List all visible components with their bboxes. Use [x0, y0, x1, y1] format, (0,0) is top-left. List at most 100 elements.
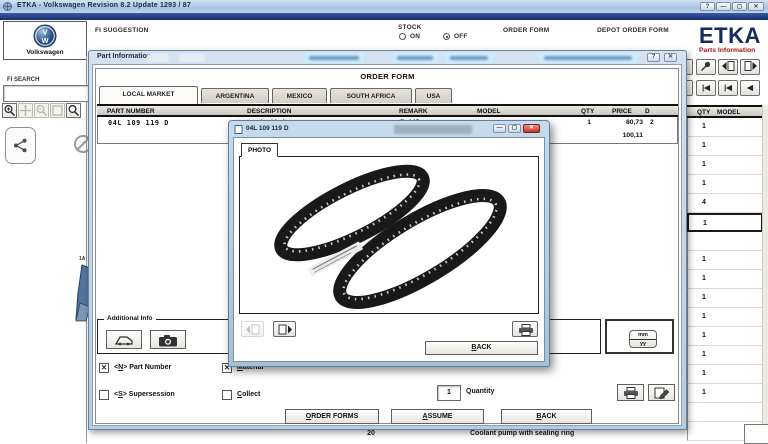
table-row[interactable]: 1 — [687, 118, 763, 137]
fi-search-input[interactable] — [3, 85, 89, 102]
table-row[interactable] — [687, 403, 763, 422]
stock-off-radio[interactable] — [443, 33, 450, 40]
pin-button[interactable] — [696, 59, 716, 75]
help-button[interactable]: ? — [700, 2, 715, 11]
photo-button[interactable] — [150, 330, 186, 349]
qty-column-header: QTY — [697, 109, 710, 116]
col-model: MODEL — [477, 108, 500, 115]
order-forms-button[interactable]: ORDER FORMS — [285, 409, 379, 424]
tab-usa[interactable]: USA — [415, 88, 452, 103]
collect-checkbox[interactable] — [222, 390, 232, 400]
camera-icon — [158, 334, 178, 347]
menu-depot-order-form[interactable]: DEPOT ORDER FORM — [597, 27, 669, 34]
minimize-button[interactable]: — — [716, 2, 731, 11]
assume-button[interactable]: ASSUME — [391, 409, 484, 424]
table-row[interactable]: 4 — [687, 194, 763, 213]
search-button[interactable] — [66, 103, 81, 118]
app-titlebar: ETKA - Volkswagen Revision 8.2 Update 12… — [0, 0, 768, 14]
etka-logo: ETKA — [699, 26, 761, 46]
dialog-restore-button[interactable]: ◻ — [508, 124, 521, 133]
blurred-menu-item[interactable] — [539, 53, 637, 63]
table-row[interactable]: 1 — [687, 289, 763, 308]
etka-logo-subtitle: Parts Information — [699, 47, 755, 54]
table-row[interactable]: 1 — [687, 156, 763, 175]
zoom-out-button[interactable] — [34, 103, 49, 118]
part-number-checkbox-label: <N> Part Number — [114, 364, 171, 371]
edit-button[interactable] — [648, 384, 675, 401]
zoom-in-button[interactable] — [2, 103, 17, 118]
previous-document-icon — [721, 60, 736, 72]
back-arrow-button[interactable]: ◀ — [740, 80, 760, 96]
tab-mexico[interactable]: MEXICO — [272, 88, 327, 103]
status-description: Coolant pump with sealing ring — [470, 430, 574, 437]
table-row[interactable]: 1 — [687, 308, 763, 327]
pan-button[interactable] — [18, 103, 33, 118]
quantity-label: Quantity — [466, 388, 494, 395]
skip-first-button[interactable]: |◀ — [696, 80, 716, 96]
part-info-window-title: Part Information — [97, 53, 151, 60]
vw-logo-box[interactable]: V W Volkswagen — [3, 21, 87, 60]
part-info-close-button[interactable]: ✕ — [664, 53, 677, 62]
table-row[interactable]: 1 — [687, 270, 763, 289]
toothed-belt-photo — [240, 157, 538, 313]
bottom-right-box[interactable] — [744, 424, 768, 444]
print-button[interactable] — [617, 384, 644, 401]
mmyy-bottom: yy — [630, 340, 656, 348]
qty-cell: 1 — [702, 351, 706, 358]
right-scroll-strip[interactable] — [762, 105, 768, 443]
previous-document-button[interactable] — [718, 59, 738, 75]
tab-south-africa[interactable]: SOUTH AFRICA — [330, 88, 412, 103]
zoom-reset-button[interactable] — [50, 103, 65, 118]
tab-argentina[interactable]: ARGENTINA — [201, 88, 269, 103]
price-cell: 80,73 — [603, 119, 643, 126]
price-cell: 100,11 — [603, 132, 643, 139]
table-row[interactable]: 1 — [687, 251, 763, 270]
table-row[interactable]: 1 — [687, 346, 763, 365]
close-button[interactable]: ✕ — [748, 2, 764, 11]
dialog-back-button[interactable]: BACK — [425, 341, 538, 355]
col-price: PRICE — [612, 108, 632, 115]
blurred-menu-item[interactable] — [445, 53, 493, 63]
table-row[interactable]: 1 — [687, 327, 763, 346]
back-button[interactable]: BACK — [501, 409, 592, 424]
tab-photo[interactable]: PHOTO — [241, 143, 278, 157]
stock-off-label: OFF — [454, 33, 468, 40]
qty-cell: 4 — [702, 199, 706, 206]
quantity-input[interactable]: 1 — [437, 385, 461, 401]
part-number-cell: 04L 109 119 D — [108, 119, 169, 127]
part-number-checkbox[interactable]: ✕ — [99, 363, 109, 373]
part-info-help-button[interactable]: ? — [647, 53, 660, 62]
table-row[interactable]: 1 — [687, 137, 763, 156]
part-diagram-icon — [113, 333, 135, 347]
table-row[interactable] — [687, 232, 763, 251]
qty-cell: 1 — [702, 370, 706, 377]
dialog-print-button[interactable] — [512, 321, 538, 337]
menu-fi-suggestion[interactable]: FI SUGGESTION — [95, 27, 149, 34]
part-diagram-button[interactable] — [106, 330, 142, 349]
restore-button[interactable]: ◻ — [732, 2, 747, 11]
stock-on-radio[interactable] — [399, 33, 406, 40]
tab-local-market[interactable]: LOCAL MARKET — [99, 86, 198, 104]
next-document-button[interactable] — [740, 59, 760, 75]
blurred-menu-item[interactable] — [392, 53, 438, 63]
mmyy-button[interactable]: mm yy — [629, 330, 657, 348]
share-button[interactable] — [5, 127, 36, 164]
menu-order-form[interactable]: ORDER FORM — [503, 27, 549, 34]
dialog-minimize-button[interactable]: — — [493, 124, 506, 133]
previous-page-button[interactable]: |◀ — [718, 80, 738, 96]
table-row[interactable]: 1 — [687, 384, 763, 403]
blurred-toolbar-item[interactable] — [179, 54, 205, 62]
col-d: D — [645, 108, 650, 115]
blurred-toolbar-item[interactable] — [147, 54, 169, 62]
blurred-menu-item[interactable] — [304, 53, 364, 63]
next-photo-button[interactable] — [273, 321, 296, 337]
table-row[interactable]: 1 — [687, 365, 763, 384]
dialog-close-button[interactable]: ✕ — [523, 124, 540, 133]
table-row[interactable]: 1 — [687, 175, 763, 194]
qty-cell: 1 — [702, 294, 706, 301]
qty-cell: 1 — [703, 220, 707, 227]
previous-photo-button[interactable] — [241, 321, 264, 337]
col-description: DESCRIPTION — [247, 108, 291, 115]
table-row-selected[interactable]: 1 — [687, 213, 763, 232]
supersession-checkbox[interactable] — [99, 390, 109, 400]
